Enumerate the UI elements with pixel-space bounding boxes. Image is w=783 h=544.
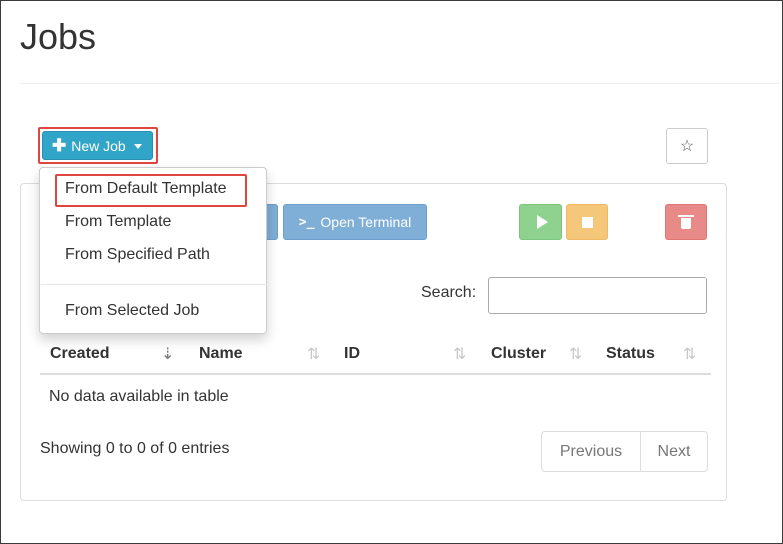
table-header-row: Created ⇣ Name ⇅ ID ⇅ Cluster ⇅ Status ⇅ [40, 335, 711, 375]
delete-job-button[interactable] [665, 204, 707, 240]
play-icon [536, 215, 548, 229]
table-info: Showing 0 to 0 of 0 entries [40, 440, 230, 457]
stop-job-button[interactable] [566, 204, 608, 240]
menu-item-from-default-template[interactable]: From Default Template [65, 180, 227, 198]
open-terminal-button[interactable]: >_ Open Terminal [283, 204, 427, 240]
plus-icon: ✚ [52, 136, 67, 155]
column-header-name[interactable]: Name [199, 335, 243, 373]
open-terminal-label: Open Terminal [320, 214, 412, 230]
next-page-button[interactable]: Next [641, 432, 707, 471]
new-job-dropdown-menu: From Default Template From Template From… [39, 167, 267, 334]
terminal-icon: >_ [298, 214, 315, 230]
search-input[interactable] [488, 277, 707, 314]
menu-item-from-template[interactable]: From Template [65, 213, 171, 231]
sort-desc-icon[interactable]: ⇣ [161, 335, 174, 373]
column-header-id[interactable]: ID [344, 335, 360, 373]
star-icon: ☆ [679, 138, 695, 155]
table-empty-message: No data available in table [49, 388, 229, 405]
menu-item-from-specified-path[interactable]: From Specified Path [65, 246, 210, 264]
caret-down-icon [133, 144, 142, 149]
menu-item-from-selected-job[interactable]: From Selected Job [65, 302, 199, 320]
search-label: Search: [421, 284, 477, 301]
sort-icon[interactable]: ⇅ [453, 335, 466, 373]
column-header-created[interactable]: Created [50, 335, 110, 373]
title-divider [20, 83, 780, 84]
new-job-button[interactable]: ✚ New Job [42, 131, 153, 160]
new-job-label: New Job [71, 137, 126, 154]
menu-divider [41, 284, 267, 285]
column-header-cluster[interactable]: Cluster [491, 335, 546, 373]
previous-page-button[interactable]: Previous [542, 432, 641, 471]
favorite-button[interactable]: ☆ [666, 128, 708, 164]
pagination: Previous Next [541, 431, 708, 472]
run-job-button[interactable] [519, 204, 562, 240]
sort-icon[interactable]: ⇅ [683, 335, 696, 373]
sort-icon[interactable]: ⇅ [307, 335, 320, 373]
stop-icon [581, 216, 593, 228]
column-header-status[interactable]: Status [606, 335, 655, 373]
page-title: Jobs [20, 16, 97, 57]
sort-icon[interactable]: ⇅ [569, 335, 582, 373]
trash-icon [678, 215, 694, 229]
